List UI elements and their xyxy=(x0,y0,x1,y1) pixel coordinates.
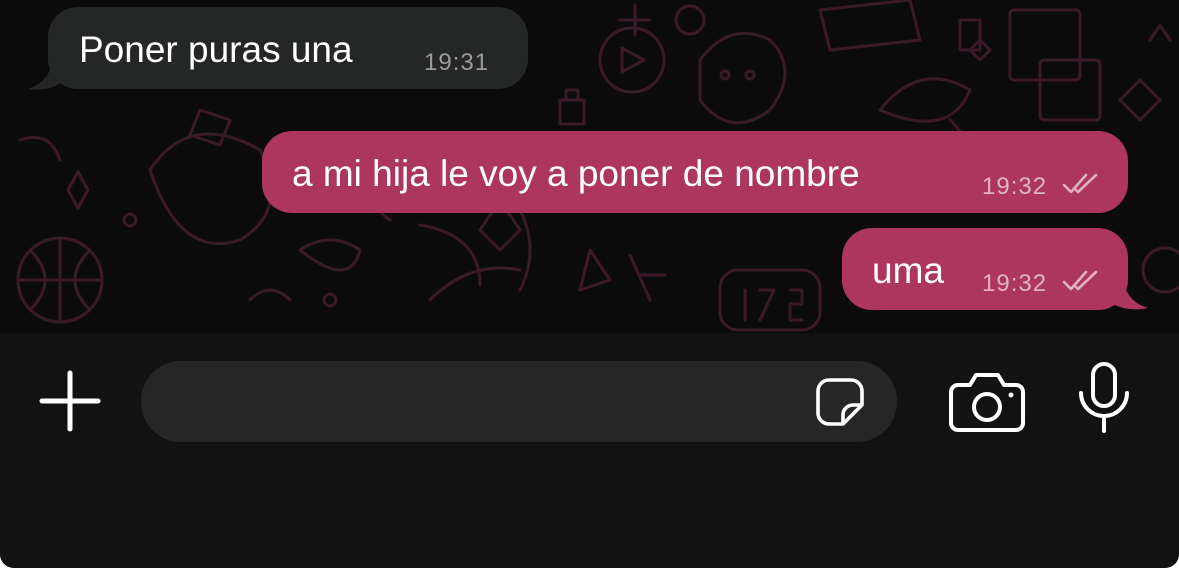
incoming-bubble-tail xyxy=(28,58,64,90)
message-bubble-incoming[interactable]: Poner puras una 19:31 xyxy=(48,7,528,89)
outgoing-bubble-tail xyxy=(1110,278,1148,310)
message-text: Poner puras una xyxy=(79,29,353,70)
chat-screen: Poner puras una 19:31 a mi hija le voy a… xyxy=(0,0,1179,568)
camera-icon[interactable] xyxy=(948,371,1026,433)
message-text: a mi hija le voy a poner de nombre xyxy=(292,153,860,194)
microphone-icon[interactable] xyxy=(1076,361,1132,435)
message-timestamp: 19:32 xyxy=(982,173,1048,200)
message-text: uma xyxy=(872,250,944,291)
message-timestamp: 19:32 xyxy=(982,270,1048,297)
message-list[interactable]: Poner puras una 19:31 a mi hija le voy a… xyxy=(0,0,1179,333)
message-input[interactable] xyxy=(169,381,803,423)
message-bubble-outgoing[interactable]: uma 19:32 xyxy=(842,228,1128,310)
double-check-icon xyxy=(1062,173,1098,194)
double-check-icon xyxy=(1062,270,1098,291)
composer-bar xyxy=(0,333,1179,568)
message-timestamp: 19:31 xyxy=(424,49,490,76)
sticker-icon[interactable] xyxy=(815,377,865,427)
message-input-field[interactable] xyxy=(141,361,897,442)
message-bubble-outgoing[interactable]: a mi hija le voy a poner de nombre 19:32 xyxy=(262,131,1128,213)
plus-icon[interactable] xyxy=(38,369,102,433)
